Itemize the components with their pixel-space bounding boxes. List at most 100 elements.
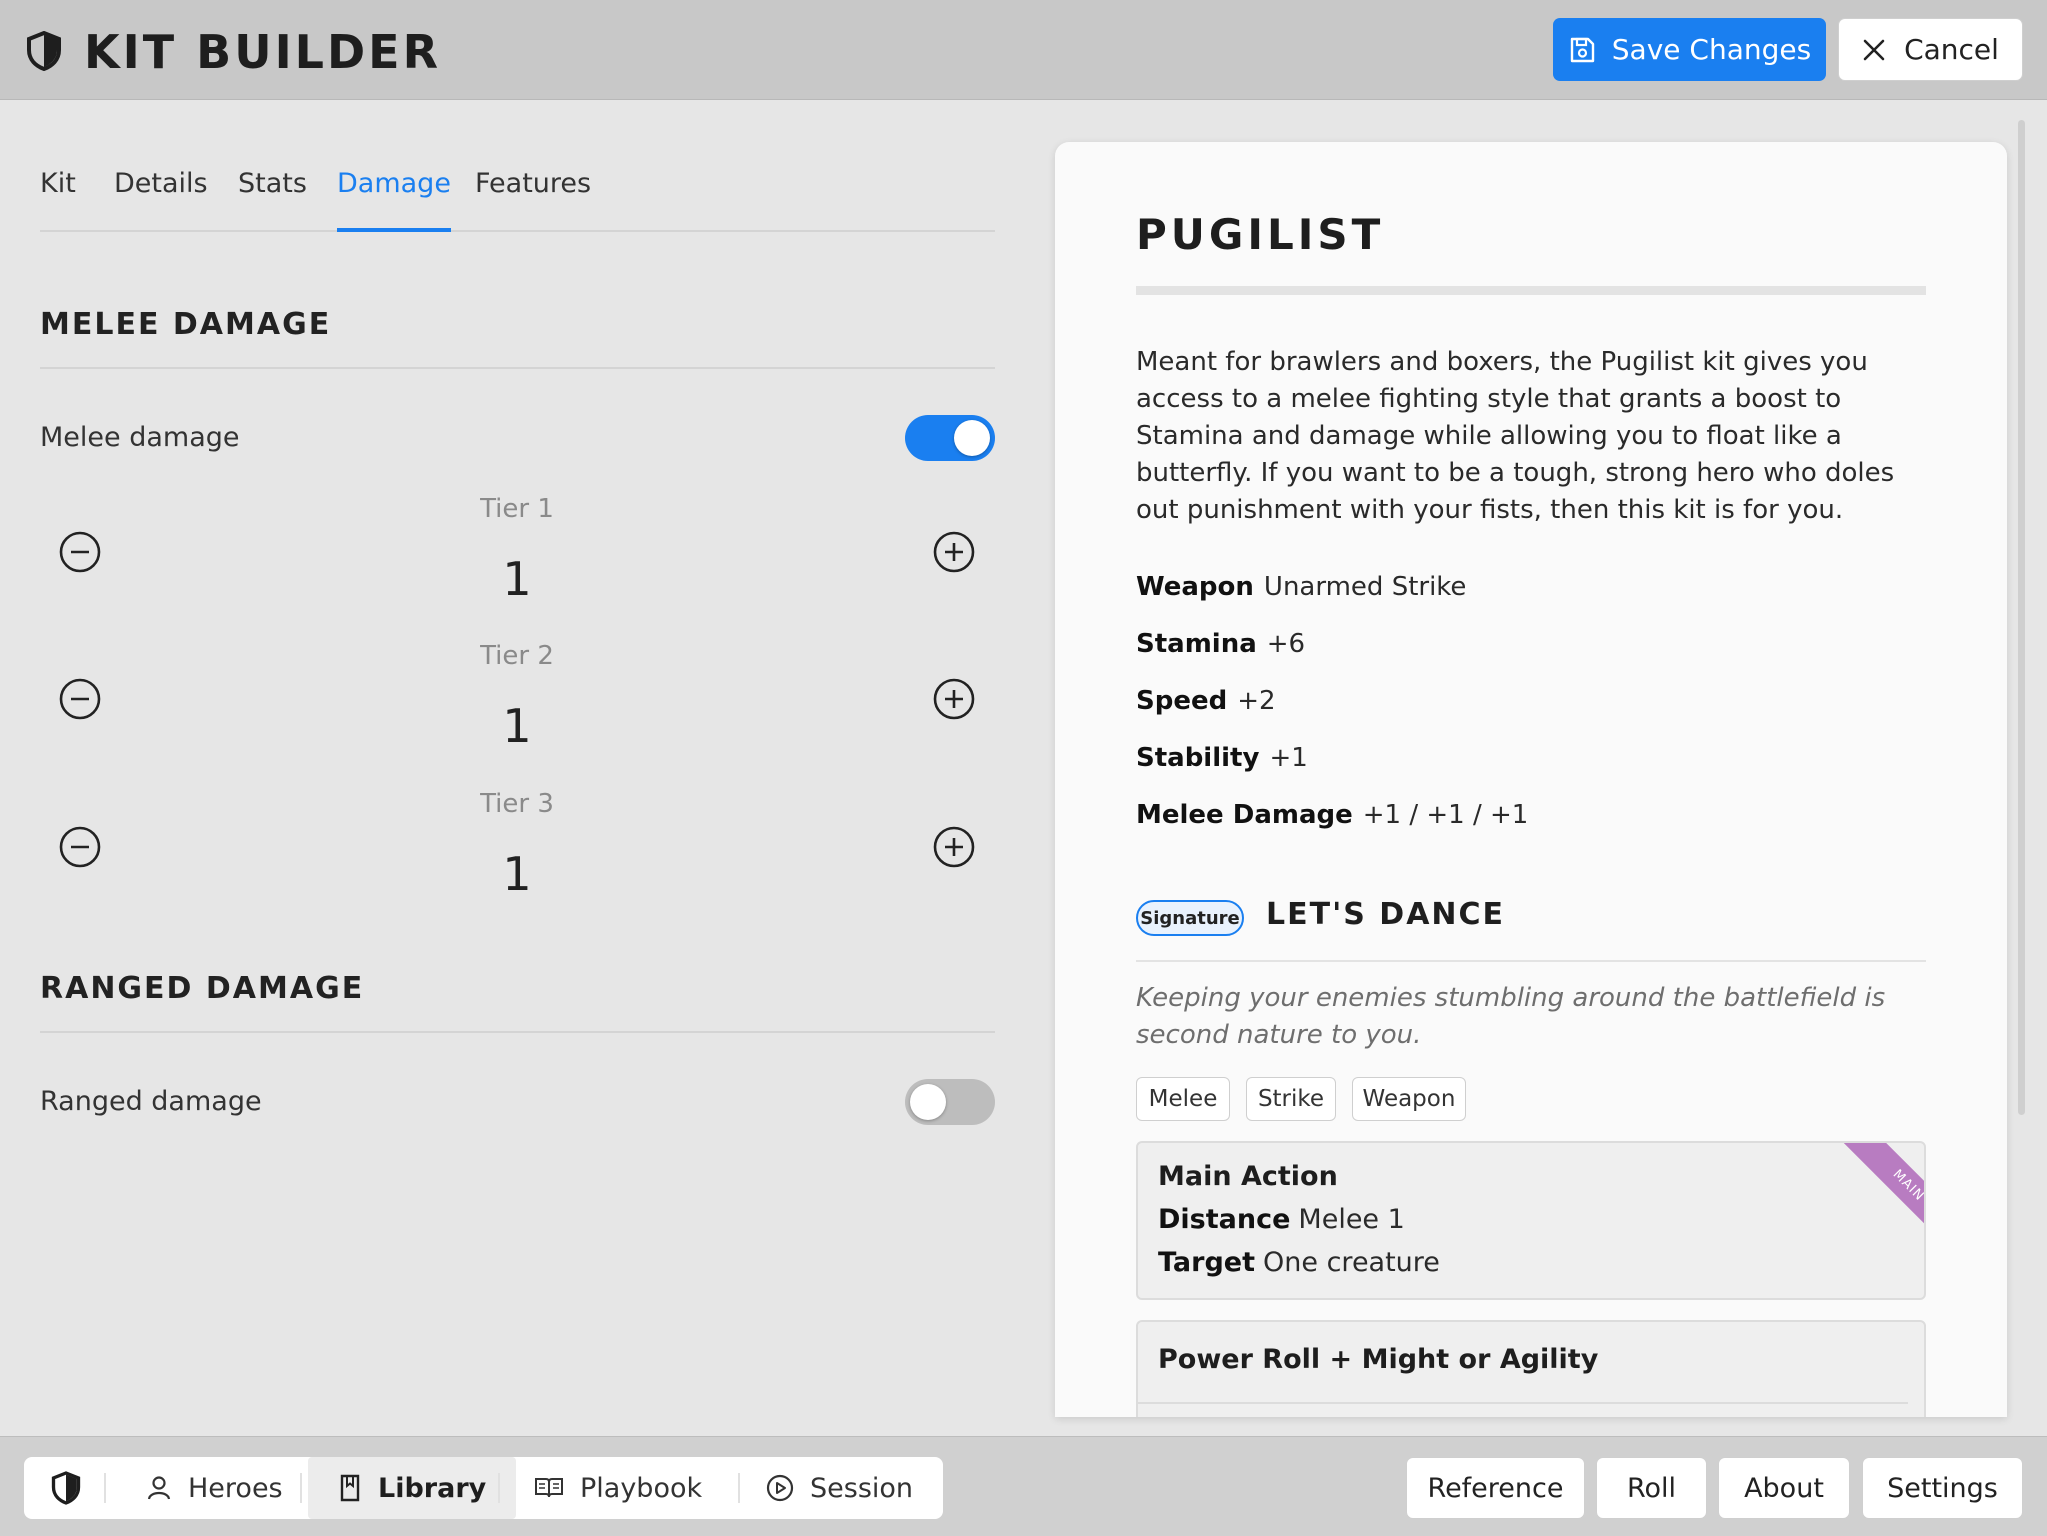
about-button[interactable]: About	[1718, 1457, 1850, 1519]
nav-heroes[interactable]: Heroes	[132, 1457, 297, 1519]
divider	[40, 367, 995, 369]
nav-separator	[300, 1473, 302, 1503]
stat-value: +2	[1237, 686, 1276, 716]
toggle-knob	[910, 1084, 946, 1120]
melee-damage-toggle[interactable]	[905, 415, 995, 461]
home-button[interactable]	[38, 1457, 94, 1519]
divider	[1138, 1402, 1908, 1404]
distance-line: Distance Melee 1	[1158, 1204, 1405, 1235]
main-nav-group: Heroes Library Playbook Session	[24, 1457, 943, 1519]
app-header: KIT BUILDER Save Changes Cancel	[0, 0, 2047, 100]
ranged-damage-heading: RANGED DAMAGE	[40, 971, 365, 1006]
shield-icon	[27, 31, 61, 71]
minus-circle-icon[interactable]	[58, 825, 102, 869]
kit-description: Meant for brawlers and boxers, the Pugil…	[1136, 347, 1895, 525]
shield-icon	[51, 1471, 81, 1505]
stat-value: Unarmed Strike	[1263, 572, 1467, 602]
target-line: Target One creature	[1158, 1247, 1440, 1278]
stat-melee-damage: Melee Damage +1 / +1 / +1	[1136, 800, 1528, 830]
reference-button[interactable]: Reference	[1406, 1457, 1585, 1519]
action-box: Main Action Distance Melee 1 Target One cr…	[1136, 1141, 1926, 1300]
tier-2-value: 1	[502, 699, 532, 753]
nav-session[interactable]: Session	[752, 1457, 927, 1519]
target-value: One creature	[1263, 1247, 1440, 1278]
divider	[1136, 960, 1926, 962]
divider	[1136, 286, 1926, 295]
preview-scrollbar[interactable]	[2018, 120, 2025, 1115]
play-circle-icon	[766, 1474, 794, 1502]
nav-library[interactable]: Library	[308, 1457, 517, 1519]
settings-button[interactable]: Settings	[1862, 1457, 2023, 1519]
open-book-icon	[535, 1478, 563, 1498]
stat-label: Stability	[1136, 743, 1260, 773]
user-icon	[147, 1476, 171, 1500]
save-changes-button[interactable]: Save Changes	[1553, 18, 1826, 81]
page-title: KIT BUILDER	[84, 25, 442, 79]
stat-speed: Speed +2	[1136, 686, 1276, 716]
plus-circle-icon[interactable]	[932, 677, 976, 721]
roll-button[interactable]: Roll	[1596, 1457, 1707, 1519]
stat-value: +6	[1266, 629, 1306, 659]
tab-stats[interactable]: Stats	[238, 168, 307, 232]
plus-circle-icon[interactable]	[932, 530, 976, 574]
minus-circle-icon[interactable]	[58, 677, 102, 721]
stat-weapon: Weapon Unarmed Strike	[1136, 572, 1466, 602]
power-roll-box: Power Roll + Might or Agility	[1136, 1320, 1926, 1417]
nav-playbook-label: Playbook	[580, 1472, 703, 1504]
ability-name: LET'S DANCE	[1266, 897, 1506, 932]
divider	[40, 1031, 995, 1033]
tab-features[interactable]: Features	[475, 168, 591, 232]
stat-stamina: Stamina +6	[1136, 629, 1305, 659]
save-changes-label: Save Changes	[1611, 33, 1812, 66]
tier-3-label: Tier 3	[480, 789, 554, 819]
bottom-navigation: Heroes Library Playbook Session Referenc…	[0, 1436, 2047, 1536]
distance-label: Distance	[1158, 1204, 1291, 1235]
tab-kit[interactable]: Kit	[40, 168, 76, 232]
keyword-tag: Melee	[1136, 1077, 1230, 1121]
stat-label: Speed	[1136, 686, 1228, 716]
ranged-damage-label: Ranged damage	[40, 1086, 262, 1117]
builder-tabs: Kit Details Stats Damage Features	[40, 160, 995, 232]
action-type: Main Action	[1158, 1161, 1338, 1192]
stat-label: Stamina	[1136, 629, 1257, 659]
close-icon	[1863, 39, 1885, 60]
melee-damage-label: Melee damage	[40, 422, 240, 453]
tier-1-value: 1	[502, 552, 532, 606]
minus-circle-icon[interactable]	[58, 530, 102, 574]
keyword-tag: Strike	[1246, 1077, 1336, 1121]
nav-session-label: Session	[810, 1472, 914, 1504]
cancel-button[interactable]: Cancel	[1838, 18, 2023, 81]
stat-stability: Stability +1	[1136, 743, 1308, 773]
stat-label: Melee Damage	[1136, 800, 1353, 830]
nav-heroes-label: Heroes	[188, 1472, 283, 1504]
nav-separator	[498, 1473, 500, 1503]
signature-badge: Signature	[1136, 900, 1244, 936]
kit-preview-card: PUGILIST Meant for brawlers and boxers, …	[1055, 142, 2007, 1417]
cancel-label: Cancel	[1904, 33, 1999, 66]
nav-library-label: Library	[378, 1472, 487, 1504]
kit-name: PUGILIST	[1136, 210, 1385, 259]
target-label: Target	[1158, 1247, 1256, 1278]
ability-flavor-text: Keeping your enemies stumbling around th…	[1136, 983, 1886, 1050]
tab-details[interactable]: Details	[114, 168, 208, 232]
tier-1-label: Tier 1	[480, 494, 554, 524]
plus-circle-icon[interactable]	[932, 825, 976, 869]
main-action-ribbon: MAIN	[1840, 1143, 1924, 1254]
nav-playbook[interactable]: Playbook	[520, 1457, 716, 1519]
melee-damage-heading: MELEE DAMAGE	[40, 307, 332, 342]
toggle-knob	[954, 420, 990, 456]
save-icon	[1570, 37, 1594, 62]
ranged-damage-toggle[interactable]	[905, 1079, 995, 1125]
power-roll-title: Power Roll + Might or Agility	[1158, 1344, 1599, 1375]
nav-separator	[738, 1473, 740, 1503]
distance-value: Melee 1	[1298, 1204, 1405, 1235]
keyword-tag: Weapon	[1352, 1077, 1466, 1121]
tier-2-label: Tier 2	[480, 641, 554, 671]
stat-value: +1 / +1 / +1	[1362, 800, 1529, 830]
stat-label: Weapon	[1136, 572, 1254, 602]
tab-damage[interactable]: Damage	[337, 168, 451, 232]
book-icon	[340, 1474, 360, 1502]
stat-value: +1	[1269, 743, 1308, 773]
nav-separator	[104, 1473, 106, 1503]
tier-3-value: 1	[502, 847, 532, 901]
